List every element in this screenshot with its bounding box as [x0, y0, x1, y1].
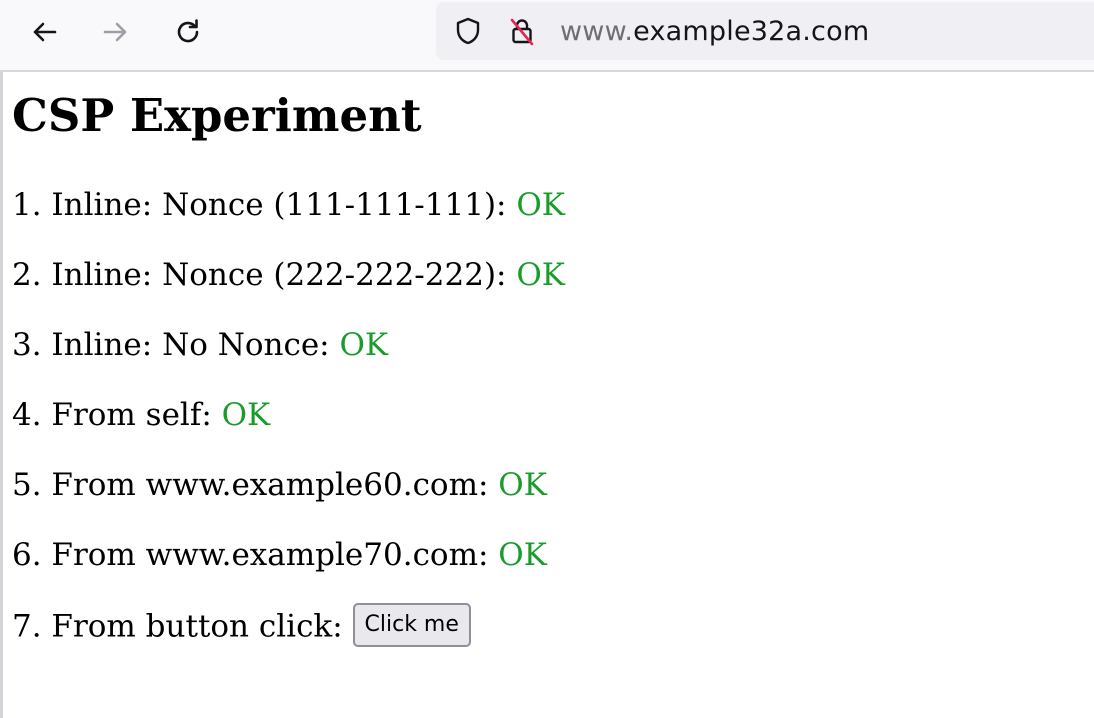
reload-button[interactable] — [168, 12, 208, 52]
status-ok: OK — [516, 187, 565, 223]
url-text[interactable]: www.example32a.com — [560, 16, 869, 48]
shield-icon — [456, 17, 480, 45]
back-button[interactable] — [24, 12, 64, 52]
arrow-right-icon — [103, 22, 127, 42]
result-label: 7. From button click: — [12, 608, 353, 645]
result-label: 1. Inline: Nonce (111-111-111): — [12, 187, 517, 223]
result-label: 6. From www.example70.com: — [12, 537, 499, 573]
result-row-2: 2. Inline: Nonce (222-222-222): OK — [12, 255, 565, 295]
result-label: 5. From www.example60.com: — [12, 467, 499, 503]
window-edge — [0, 72, 3, 718]
page-title: CSP Experiment — [12, 89, 422, 142]
tracking-protection-button[interactable] — [452, 15, 484, 47]
status-ok: OK — [498, 467, 547, 503]
reload-icon — [177, 19, 199, 43]
result-row-6: 6. From www.example70.com: OK — [12, 535, 547, 575]
result-row-5: 5. From www.example60.com: OK — [12, 465, 547, 505]
status-ok: OK — [339, 327, 389, 363]
result-row-7: 7. From button click: Click me — [12, 603, 471, 650]
site-security-button[interactable] — [506, 15, 538, 47]
result-row-4: 4. From self: OK — [12, 395, 270, 435]
insecure-lock-icon — [510, 18, 534, 46]
arrow-left-icon — [33, 22, 57, 42]
result-label: 4. From self: — [12, 397, 222, 433]
status-ok: OK — [221, 397, 271, 433]
result-label: 2. Inline: Nonce (222-222-222): — [12, 257, 517, 293]
result-row-3: 3. Inline: No Nonce: OK — [12, 325, 388, 365]
url-prefix: www. — [560, 16, 634, 47]
url-domain: example32a.com — [633, 16, 870, 47]
result-label: 3. Inline: No Nonce: — [12, 327, 340, 363]
result-row-1: 1. Inline: Nonce (111-111-111): OK — [12, 185, 565, 225]
browser-toolbar: www.example32a.com — [0, 0, 1094, 72]
forward-button[interactable] — [96, 12, 136, 52]
status-ok: OK — [498, 537, 547, 573]
click-me-button[interactable]: Click me — [352, 603, 471, 647]
status-ok: OK — [516, 257, 565, 293]
url-bar[interactable]: www.example32a.com — [436, 2, 1094, 60]
